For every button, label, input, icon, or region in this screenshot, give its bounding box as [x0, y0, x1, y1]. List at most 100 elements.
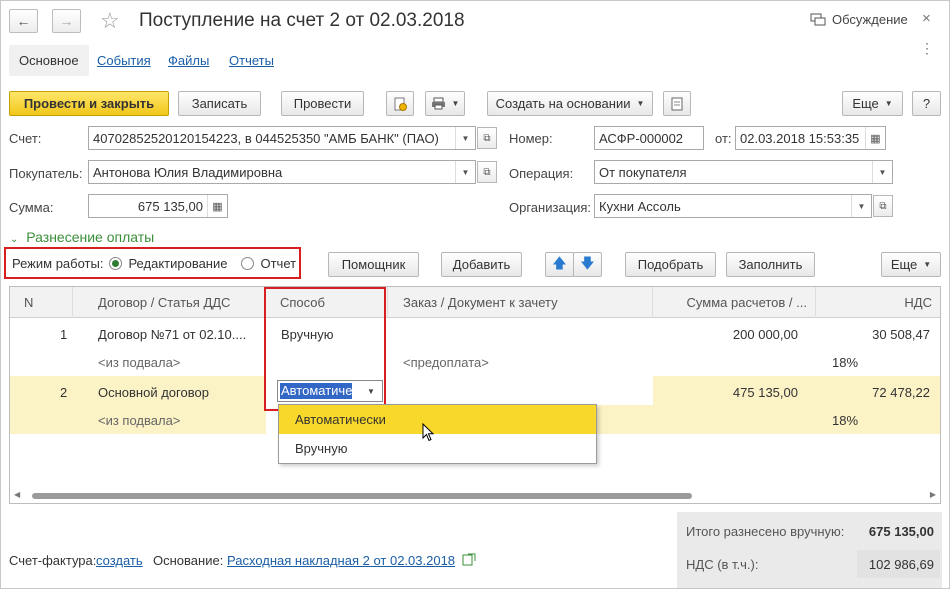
tab-reports[interactable]: Отчеты: [219, 45, 284, 76]
close-icon[interactable]: ×: [922, 10, 931, 27]
method-editor-value[interactable]: Автоматиче: [280, 383, 352, 399]
dropdown-option-auto[interactable]: Автоматически: [279, 405, 596, 434]
row-contract[interactable]: Договор №71 от 02.10....: [98, 327, 246, 342]
row-contract-sub[interactable]: <из подвала>: [98, 355, 180, 370]
calendar-icon[interactable]: ▦: [865, 127, 885, 149]
save-button[interactable]: Записать: [178, 91, 261, 116]
favorite-star-icon[interactable]: ☆: [100, 8, 120, 34]
account-label: Счет:: [9, 131, 42, 146]
date-field[interactable]: 02.03.2018 15:53:35 ▦: [735, 126, 886, 150]
post-and-close-button[interactable]: Провести и закрыть: [9, 91, 169, 116]
chevron-down-icon: ▼: [636, 99, 645, 108]
back-button[interactable]: ←: [9, 9, 38, 33]
fill-button[interactable]: Заполнить: [726, 252, 815, 277]
dropdown-option-manual[interactable]: Вручную: [279, 434, 596, 463]
account-value: 40702852520120154223, в 044525350 "АМБ Б…: [93, 130, 439, 146]
allocation-section-header[interactable]: ⌄ Разнесение оплаты: [10, 229, 154, 245]
move-up-button[interactable]: 🡅: [545, 252, 574, 277]
header-n[interactable]: N: [10, 287, 73, 318]
table-row[interactable]: 1 Договор №71 от 02.10.... <из подвала> …: [10, 318, 940, 376]
method-editor-field[interactable]: Автоматиче ▼: [277, 380, 383, 402]
more-button[interactable]: Еще ▼: [842, 91, 903, 116]
number-value: АСФР-000002: [599, 130, 684, 146]
forward-button[interactable]: →: [52, 9, 81, 33]
vat-included-value: 102 986,69: [868, 557, 934, 572]
assistant-button[interactable]: Помощник: [328, 252, 419, 277]
calculator-icon[interactable]: ▦: [207, 195, 227, 217]
move-down-button[interactable]: 🡇: [573, 252, 602, 277]
invoice-create-link[interactable]: создать: [96, 553, 143, 568]
scrollbar-thumb[interactable]: [32, 493, 692, 499]
open-icon: ⧉: [483, 132, 491, 144]
chevron-down-icon[interactable]: ▼: [455, 161, 475, 183]
add-button[interactable]: Добавить: [441, 252, 522, 277]
sum-field[interactable]: 675 135,00 ▦: [88, 194, 228, 218]
print-button[interactable]: ▼: [425, 91, 465, 116]
header-contract[interactable]: Договор / Статья ДДС: [73, 287, 266, 318]
row-order-cell-bg: [388, 376, 653, 405]
tab-main[interactable]: Основное: [9, 45, 89, 76]
header-amount[interactable]: Сумма расчетов / ...: [653, 287, 816, 318]
vat-included-label: НДС (в т.ч.):: [686, 557, 759, 572]
buyer-value: Антонова Юлия Владимировна: [93, 164, 283, 180]
sum-label: Сумма:: [9, 200, 54, 215]
horizontal-scrollbar[interactable]: ◀ ▶: [10, 490, 940, 502]
post-button[interactable]: Провести: [281, 91, 364, 116]
operation-field[interactable]: От покупателя ▼: [594, 160, 893, 184]
mode-report-radio[interactable]: [241, 256, 255, 270]
date-value: 02.03.2018 15:53:35: [740, 130, 860, 146]
row-order-sub[interactable]: <предоплата>: [403, 355, 489, 370]
chevron-down-icon[interactable]: ▼: [360, 381, 382, 401]
date-label: от:: [715, 131, 732, 146]
row-contract-sub[interactable]: <из подвала>: [98, 413, 180, 428]
allocation-table: N Договор / Статья ДДС Способ Заказ / До…: [9, 286, 941, 504]
row-vat-rate[interactable]: 18%: [832, 355, 858, 370]
chevron-down-icon: ⌄: [10, 234, 19, 245]
more-menu-icon[interactable]: ⋮: [920, 40, 934, 57]
open-icon: ⧉: [879, 200, 887, 212]
chevron-down-icon[interactable]: ▼: [455, 127, 475, 149]
mode-edit-radio[interactable]: [109, 256, 123, 270]
tab-events[interactable]: События: [87, 45, 161, 76]
row-vat-rate[interactable]: 18%: [832, 413, 858, 428]
operation-value: От покупателя: [599, 164, 687, 180]
row-vat[interactable]: 72 478,22: [872, 385, 930, 400]
document-journal-button[interactable]: [386, 91, 414, 116]
row-amount[interactable]: 475 135,00: [733, 385, 798, 400]
help-button[interactable]: ?: [912, 91, 941, 116]
organization-field[interactable]: Кухни Ассоль ▼: [594, 194, 872, 218]
scroll-left-icon[interactable]: ◀: [14, 490, 20, 499]
mode-edit-label[interactable]: Редактирование: [128, 256, 227, 271]
number-field[interactable]: АСФР-000002: [594, 126, 704, 150]
invoice-label: Счет-фактура:: [9, 553, 97, 568]
create-based-on-button[interactable]: Создать на основании ▼: [487, 91, 653, 116]
row-contract[interactable]: Основной договор: [98, 385, 209, 400]
buyer-label: Покупатель:: [9, 166, 83, 181]
open-organization-button[interactable]: ⧉: [873, 195, 893, 217]
open-account-button[interactable]: ⧉: [477, 127, 497, 149]
open-buyer-button[interactable]: ⧉: [477, 161, 497, 183]
mode-report-label[interactable]: Отчет: [260, 256, 296, 271]
header-vat[interactable]: НДС: [816, 287, 940, 318]
scroll-right-icon[interactable]: ▶: [930, 490, 936, 499]
tab-files[interactable]: Файлы: [158, 45, 219, 76]
row-amount[interactable]: 200 000,00: [733, 327, 798, 342]
mouse-cursor-icon: [422, 423, 435, 442]
chevron-down-icon[interactable]: ▼: [851, 195, 871, 217]
work-mode-group: Режим работы: Редактирование Отчет: [4, 247, 301, 279]
header-order[interactable]: Заказ / Документ к зачету: [388, 287, 653, 318]
operation-label: Операция:: [509, 166, 574, 181]
chevron-down-icon[interactable]: ▼: [872, 161, 892, 183]
discussion-button[interactable]: Обсуждение: [810, 12, 908, 27]
select-button[interactable]: Подобрать: [625, 252, 716, 277]
basis-link[interactable]: Расходная накладная 2 от 02.03.2018: [227, 553, 455, 568]
total-manual-label: Итого разнесено вручную:: [686, 524, 845, 539]
open-document-icon[interactable]: [462, 552, 476, 566]
related-docs-button[interactable]: [663, 91, 691, 116]
arrow-right-icon: →: [59, 13, 74, 29]
account-field[interactable]: 40702852520120154223, в 044525350 "АМБ Б…: [88, 126, 476, 150]
row-vat[interactable]: 30 508,47: [872, 327, 930, 342]
buyer-field[interactable]: Антонова Юлия Владимировна ▼: [88, 160, 476, 184]
table-more-button[interactable]: Еще ▼: [881, 252, 941, 277]
journal-icon: [394, 97, 407, 111]
